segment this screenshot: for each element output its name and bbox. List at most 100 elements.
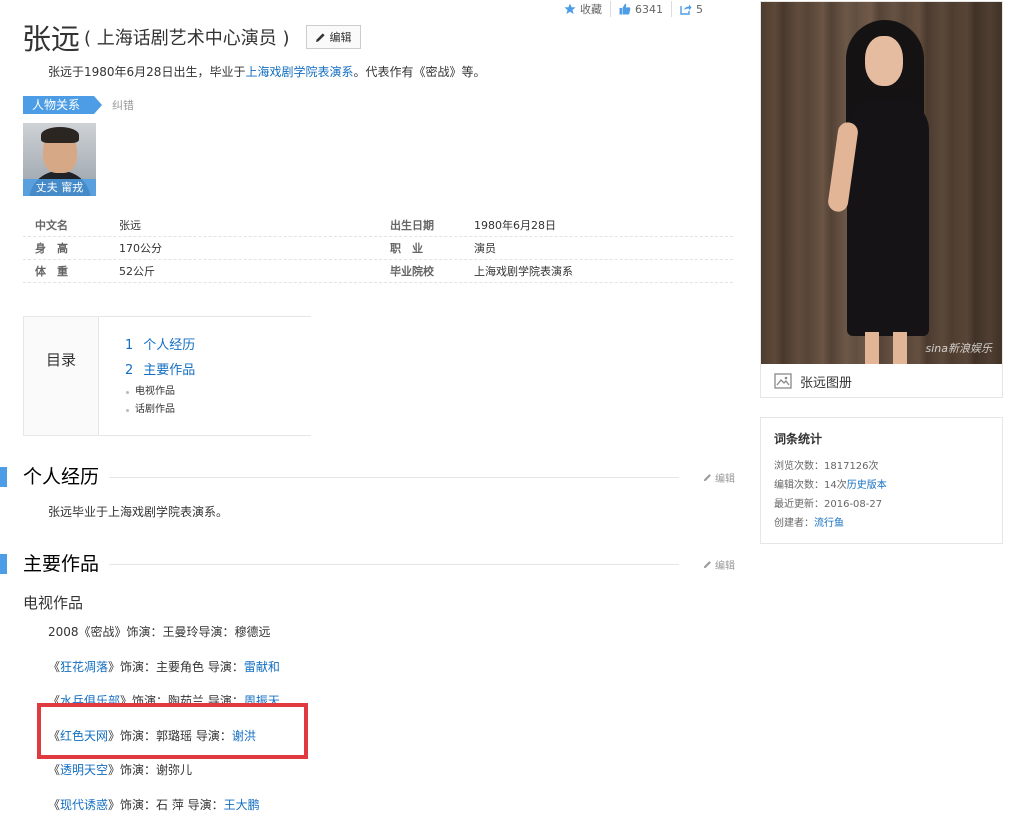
work-detail: 》饰演：谢弥儿: [108, 763, 193, 777]
creator-link[interactable]: 流行鱼: [814, 518, 844, 529]
share-count: 5: [696, 2, 703, 16]
info-value: 张远: [119, 219, 141, 232]
stats-value: 2016-08-27: [824, 499, 883, 510]
page-subtitle: ( 上海话剧艺术中心演员 ): [84, 28, 290, 49]
catalog-list: 1 个人经历 2 主要作品 电视作品 话剧作品: [99, 317, 195, 435]
stats-label: 创建者：: [774, 518, 814, 529]
pencil-icon: [703, 561, 711, 569]
info-value: 52公斤: [119, 265, 155, 278]
section-marker: [0, 554, 7, 574]
work-title-link[interactable]: 狂花凋落: [60, 660, 108, 674]
info-value: 演员: [474, 242, 496, 255]
summary: 张远于1980年6月28日出生，毕业于上海戏剧学院表演系。代表作有《密战》等。: [48, 63, 485, 80]
catalog-item-number: 2: [125, 363, 134, 378]
section-divider: [23, 477, 679, 478]
relation-caption: 丈夫 甯戎: [23, 179, 96, 196]
tv-works-subheading: 电视作品: [23, 594, 84, 612]
stats-edits-row: 编辑次数：14次历史版本: [774, 476, 1002, 495]
section-marker: [0, 467, 7, 487]
info-value: 1980年6月28日: [474, 219, 556, 232]
summary-text: 张远于1980年6月28日出生，毕业于: [48, 65, 246, 79]
section-edit-label: 编辑: [715, 474, 735, 485]
info-value: 170公分: [119, 242, 162, 255]
stats-title: 词条统计: [774, 432, 823, 446]
thumbs-up-icon: [619, 3, 631, 15]
pencil-icon: [315, 32, 325, 42]
photo-watermark: sina新浪娱乐: [925, 342, 993, 355]
like-count: 6341: [635, 2, 663, 16]
work-prefix: 2008《密战》: [48, 625, 127, 639]
section-edit-link[interactable]: 编辑: [703, 557, 735, 572]
catalog-item[interactable]: 2 主要作品: [125, 358, 195, 383]
section-edit-label: 编辑: [715, 561, 735, 572]
history-link[interactable]: 历史版本: [847, 480, 887, 491]
top-actions: 收藏 6341 5: [556, 0, 711, 18]
work-item: 《狂花凋落》饰演：主要角色 导演：雷献和: [48, 658, 280, 675]
stats-creator-row: 创建者：流行鱼: [774, 514, 1002, 533]
catalog-item-label: 个人经历: [143, 338, 196, 353]
correct-link[interactable]: 纠错: [112, 97, 134, 113]
relation-tab-label[interactable]: 人物关系: [23, 96, 103, 114]
info-name: 体 重: [35, 265, 68, 278]
info-name: 出生日期: [390, 219, 434, 232]
work-detail: 饰演：王曼玲导演：穆德远: [126, 625, 271, 639]
stats-value: 14次: [824, 480, 847, 491]
section-works-header: 主要作品 编辑: [0, 551, 735, 577]
work-prefix: 《: [48, 660, 61, 674]
album-link[interactable]: 张远图册: [761, 364, 1002, 398]
stats-value: 1817126次: [824, 461, 879, 472]
work-prefix: 《: [48, 763, 61, 777]
info-name: 中文名: [35, 219, 68, 232]
info-row: 身 高 170公分 职 业 演员: [23, 237, 733, 260]
catalog-item[interactable]: 1 个人经历: [125, 333, 195, 358]
director-link[interactable]: 雷献和: [244, 660, 280, 674]
pencil-icon: [703, 474, 711, 482]
work-item: 2008《密战》饰演：王曼玲导演：穆德远: [48, 623, 271, 640]
work-item: 《现代诱惑》饰演：石 萍 导演：王大鹏: [48, 796, 260, 813]
info-row: 中文名 张远 出生日期 1980年6月28日: [23, 214, 733, 237]
work-title-link[interactable]: 透明天空: [60, 763, 108, 777]
gallery-icon: [774, 373, 792, 389]
basic-info-table: 中文名 张远 出生日期 1980年6月28日 身 高 170公分 职 业 演员 体 重 5…: [23, 214, 733, 283]
album-label: 张远图册: [800, 375, 853, 391]
catalog-item-number: 1: [125, 338, 134, 353]
catalog-subitem[interactable]: 话剧作品: [125, 401, 195, 419]
catalog-subitem[interactable]: 电视作品: [125, 383, 195, 401]
summary-school-link[interactable]: 上海戏剧学院表演系: [245, 65, 353, 79]
favorite-button[interactable]: 收藏: [556, 1, 610, 17]
catalog: 目录 1 个人经历 2 主要作品 电视作品 话剧作品: [23, 316, 311, 436]
stats-views-row: 浏览次数：1817126次: [774, 457, 1002, 476]
work-prefix: 《: [48, 798, 61, 812]
info-name: 身 高: [35, 242, 68, 255]
info-school-link[interactable]: 上海戏剧学院表演系: [474, 263, 573, 279]
stats-label: 浏览次数：: [774, 461, 824, 472]
relation-card-husband[interactable]: 丈夫 甯戎: [23, 123, 96, 196]
star-icon: [564, 3, 576, 14]
stats-updated-row: 最近更新：2016-08-27: [774, 495, 1002, 514]
section-title: 个人经历: [23, 464, 110, 490]
relation-tab: 人物关系 纠错: [23, 96, 134, 114]
catalog-item-label: 主要作品: [143, 363, 196, 378]
edit-button-label: 编辑: [329, 31, 352, 44]
director-link[interactable]: 王大鹏: [224, 798, 260, 812]
section-edit-link[interactable]: 编辑: [703, 470, 735, 485]
edit-button[interactable]: 编辑: [305, 25, 361, 49]
like-button[interactable]: 6341: [611, 3, 671, 16]
highlight-annotation-box: [37, 703, 308, 759]
album-photo[interactable]: sina新浪娱乐: [761, 2, 1002, 364]
share-icon: [680, 4, 692, 15]
page-title-row: 张远 ( 上海话剧艺术中心演员 ) 编辑: [22, 16, 361, 58]
share-button[interactable]: 5: [672, 3, 711, 16]
work-item: 《透明天空》饰演：谢弥儿: [48, 761, 192, 778]
entry-stats-card: 词条统计 浏览次数：1817126次 编辑次数：14次历史版本 最近更新：201…: [760, 417, 1003, 544]
section-divider: [23, 564, 679, 565]
bio-paragraph: 张远毕业于上海戏剧学院表演系。: [48, 505, 229, 519]
album-card[interactable]: sina新浪娱乐 张远图册: [760, 1, 1003, 398]
info-name: 职 业: [390, 242, 423, 255]
work-title-link[interactable]: 现代诱惑: [60, 798, 108, 812]
favorite-label: 收藏: [580, 3, 602, 16]
info-row: 体 重 52公斤 毕业院校 上海戏剧学院表演系: [23, 260, 733, 283]
work-detail: 》饰演：主要角色 导演：: [108, 660, 244, 674]
info-name: 毕业院校: [390, 265, 434, 278]
section-title: 主要作品: [23, 551, 110, 577]
